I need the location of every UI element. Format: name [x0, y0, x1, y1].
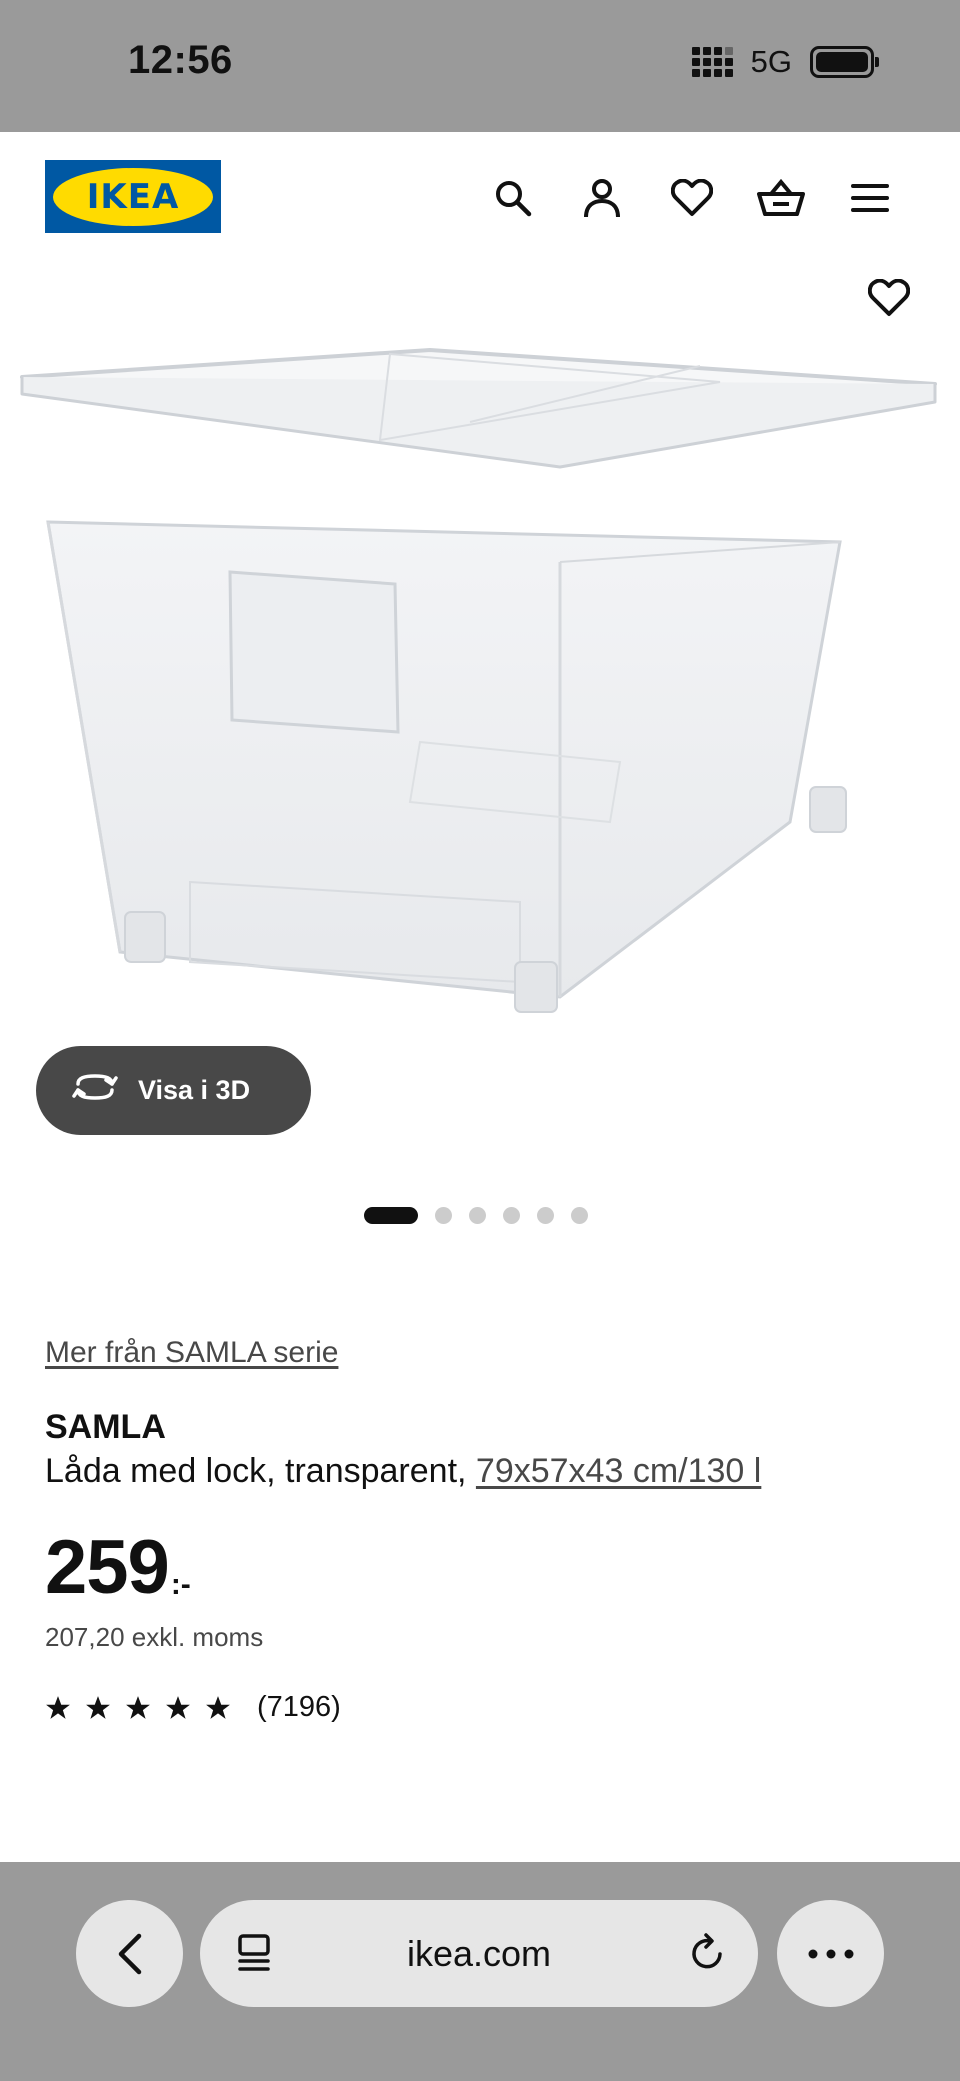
- price-suffix: :-: [170, 1568, 191, 1601]
- logo-text: IKEA: [86, 176, 180, 217]
- reload-icon[interactable]: [686, 1932, 728, 1979]
- network-label: 5G: [750, 44, 792, 79]
- product-dimensions-link[interactable]: 79x57x43 cm/130 l: [476, 1452, 761, 1490]
- search-icon[interactable]: [487, 172, 539, 224]
- product-description: Låda med lock, transparent, 79x57x43 cm/…: [45, 1452, 761, 1491]
- view-3d-button[interactable]: Visa i 3D: [36, 1046, 311, 1135]
- more-button[interactable]: [777, 1900, 884, 2007]
- address-bar[interactable]: ikea.com: [200, 1900, 758, 2007]
- status-time: 12:56: [128, 38, 233, 82]
- wishlist-icon[interactable]: [666, 172, 718, 224]
- ikea-logo[interactable]: IKEA: [45, 160, 221, 233]
- more-icon: [808, 1949, 853, 1958]
- pagination-dot[interactable]: [537, 1207, 554, 1224]
- pagination-dot[interactable]: [503, 1207, 520, 1224]
- pagination-dot[interactable]: [364, 1207, 418, 1224]
- rating-count: (7196): [257, 1691, 341, 1723]
- pagination-dot[interactable]: [469, 1207, 486, 1224]
- price-value: 259: [45, 1525, 170, 1610]
- star-icon: [46, 1695, 70, 1719]
- page: 12:56 5G IKEA Visa i 3D Mer från SAMLA s…: [0, 0, 960, 2081]
- product-rating[interactable]: (7196): [45, 1691, 341, 1724]
- rotate-icon: [72, 1072, 118, 1109]
- cart-icon[interactable]: [755, 172, 807, 224]
- back-button[interactable]: [76, 1900, 183, 2007]
- chevron-left-icon: [118, 1933, 141, 1974]
- star-icon: [166, 1695, 190, 1719]
- star-icon: [206, 1695, 230, 1719]
- star-icon: [86, 1695, 110, 1719]
- product-image[interactable]: [0, 262, 960, 1182]
- battery-icon: [810, 46, 879, 78]
- favorite-icon[interactable]: [863, 272, 915, 324]
- price-ex-vat: 207,20 exkl. moms: [45, 1622, 264, 1652]
- browser-toolbar: ikea.com: [0, 1862, 960, 2081]
- account-icon[interactable]: [576, 172, 628, 224]
- pagination-dot[interactable]: [571, 1207, 588, 1224]
- star-icon: [126, 1695, 150, 1719]
- page-menu-icon[interactable]: [236, 1932, 276, 1979]
- pagination-dot[interactable]: [435, 1207, 452, 1224]
- view-3d-label: Visa i 3D: [138, 1075, 251, 1105]
- site-header: IKEA: [0, 132, 960, 262]
- status-indicators: 5G: [691, 44, 879, 80]
- image-pagination: [364, 1207, 588, 1224]
- signal-icon: [691, 47, 733, 77]
- product-name: SAMLA: [45, 1408, 166, 1446]
- product-description-text: Låda med lock, transparent,: [45, 1452, 467, 1490]
- status-bar: 12:56 5G: [0, 0, 960, 132]
- series-link[interactable]: Mer från SAMLA serie: [45, 1336, 338, 1370]
- menu-icon[interactable]: [844, 172, 896, 224]
- product-price: 259 :-: [45, 1530, 191, 1606]
- url-text: ikea.com: [406, 1932, 552, 1974]
